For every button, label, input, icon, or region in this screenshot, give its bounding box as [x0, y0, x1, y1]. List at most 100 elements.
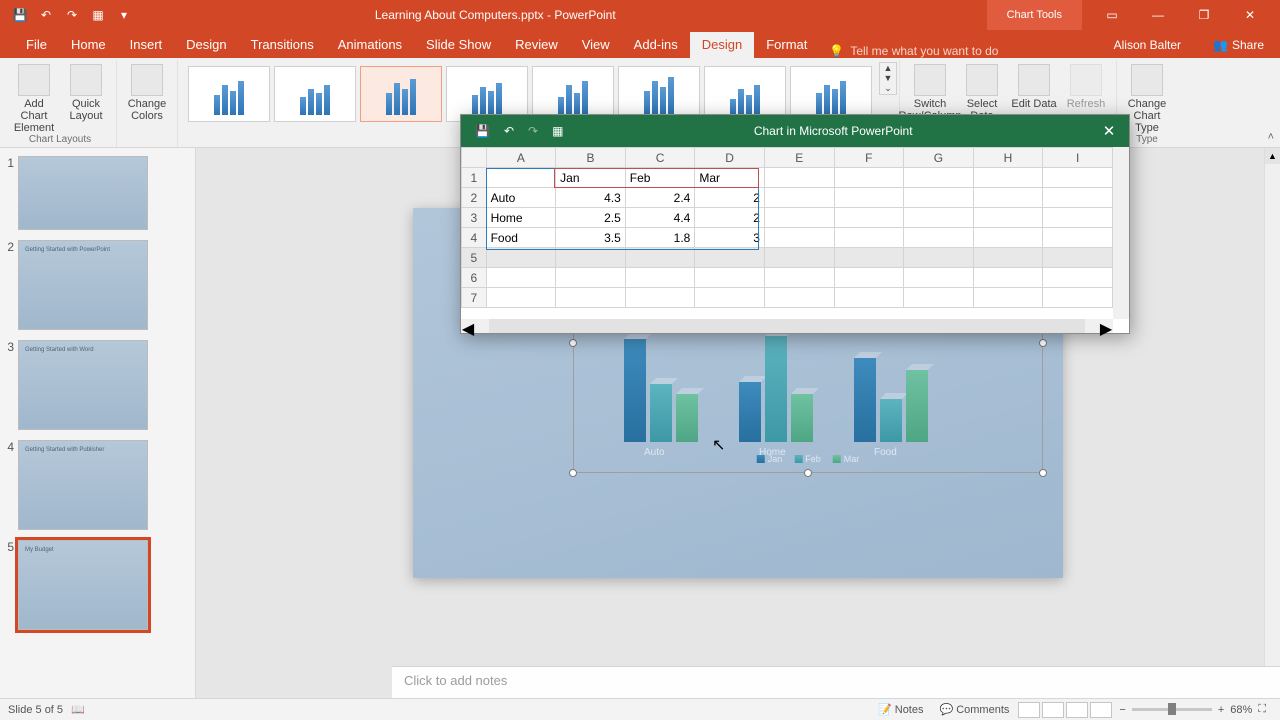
bar-home-jan — [739, 382, 761, 442]
handle-mid-left[interactable] — [569, 339, 577, 347]
slide-thumb-1[interactable] — [18, 156, 148, 230]
slide-thumb-2-title: Getting Started with PowerPoint — [25, 247, 110, 253]
sheet-scroll-right-icon[interactable]: ▶ — [1099, 319, 1113, 333]
notes-placeholder: Click to add notes — [404, 673, 507, 688]
tab-view[interactable]: View — [570, 32, 622, 58]
tab-chart-design[interactable]: Design — [690, 32, 754, 58]
cw-save-icon[interactable]: 💾 — [475, 124, 490, 138]
handle-bottom-mid[interactable] — [804, 469, 812, 477]
handle-bottom-left[interactable] — [569, 469, 577, 477]
slide-indicator[interactable]: Slide 5 of 5 — [8, 704, 63, 716]
cw-redo-icon[interactable]: ↷ — [528, 124, 538, 138]
share-button[interactable]: 👥 Share — [1197, 38, 1280, 58]
restore-button[interactable]: ❐ — [1190, 8, 1218, 22]
tab-insert[interactable]: Insert — [118, 32, 175, 58]
chart-data-close-button[interactable]: ✕ — [1089, 122, 1129, 140]
chart-style-3[interactable] — [360, 66, 442, 122]
window-controls: ▭ — ❐ ✕ — [1082, 8, 1280, 22]
add-chart-element-label: Add Chart Element — [10, 98, 58, 134]
refresh-icon — [1070, 64, 1102, 96]
change-colors-button[interactable]: Change Colors — [123, 62, 171, 122]
bar-food-jan — [854, 358, 876, 442]
minimize-button[interactable]: — — [1144, 8, 1172, 22]
close-button[interactable]: ✕ — [1236, 8, 1264, 22]
zoom-percent[interactable]: 68% — [1230, 704, 1252, 716]
change-chart-type-button[interactable]: Change Chart Type — [1123, 62, 1171, 134]
tab-home[interactable]: Home — [59, 32, 118, 58]
slide-thumb-4[interactable]: Getting Started with Publisher — [18, 440, 148, 530]
tab-transitions[interactable]: Transitions — [239, 32, 326, 58]
cw-options-icon[interactable]: ▦ — [552, 124, 563, 138]
chart-style-2[interactable] — [274, 66, 356, 122]
refresh-label: Refresh — [1067, 98, 1106, 110]
slide-thumb-5[interactable]: My Budget — [18, 540, 148, 630]
chart-data-window[interactable]: 💾 ↶ ↷ ▦ Chart in Microsoft PowerPoint ✕ … — [460, 114, 1130, 334]
zoom-in-icon[interactable]: + — [1218, 704, 1224, 716]
zoom-out-icon[interactable]: − — [1119, 704, 1125, 716]
change-colors-icon — [131, 64, 163, 96]
slide-thumb-3[interactable]: Getting Started with Word — [18, 340, 148, 430]
chart-layouts-group: Add Chart Element Quick Layout Chart Lay… — [4, 60, 117, 147]
add-chart-element-button[interactable]: Add Chart Element — [10, 62, 58, 134]
bar-auto-mar — [676, 394, 698, 442]
quick-layout-button[interactable]: Quick Layout — [62, 62, 110, 134]
ribbon-options-icon[interactable]: ▭ — [1098, 8, 1126, 22]
quick-layout-label: Quick Layout — [62, 98, 110, 122]
notes-pane[interactable]: Click to add notes — [392, 666, 1280, 698]
slideshow-view-button[interactable] — [1090, 702, 1112, 718]
chart-data-sheet[interactable]: ABCDEFGHI1JanFebMar2Auto4.32.423Home2.54… — [461, 147, 1113, 319]
sheet-scroll-left-icon[interactable]: ◀ — [461, 319, 475, 333]
chart-legend: Jan Feb Mar — [757, 454, 860, 464]
zoom-control[interactable]: − + 68% ⛶ — [1113, 703, 1272, 716]
comments-toggle[interactable]: 💬Comments — [932, 703, 1018, 716]
gallery-more-icon[interactable]: ⌄ — [880, 83, 896, 94]
select-data-icon — [966, 64, 998, 96]
editor-vertical-scrollbar[interactable]: ▲ — [1264, 148, 1280, 698]
handle-bottom-right[interactable] — [1039, 469, 1047, 477]
gallery-up-icon[interactable]: ▲ — [880, 63, 896, 73]
fit-to-window-icon[interactable]: ⛶ — [1258, 703, 1266, 716]
legend-jan: Jan — [768, 454, 783, 464]
change-colors-label: Change Colors — [123, 98, 171, 122]
tab-chart-format[interactable]: Format — [754, 32, 819, 58]
gallery-down-icon[interactable]: ▼ — [880, 73, 896, 83]
slide-thumb-2[interactable]: Getting Started with PowerPoint — [18, 240, 148, 330]
comments-toggle-label: Comments — [956, 704, 1009, 716]
spell-check-icon[interactable]: 📖 — [63, 703, 93, 716]
slide-thumb-4-title: Getting Started with Publisher — [25, 447, 104, 453]
slide-thumb-3-title: Getting Started with Word — [25, 347, 94, 353]
tab-slideshow[interactable]: Slide Show — [414, 32, 503, 58]
bar-auto-jan — [624, 339, 646, 442]
collapse-ribbon-icon[interactable]: ˄ — [1268, 131, 1274, 143]
chart-style-1[interactable] — [188, 66, 270, 122]
style-gallery-scroll[interactable]: ▲ ▼ ⌄ — [879, 62, 897, 95]
ribbon-tabs: File Home Insert Design Transitions Anim… — [0, 30, 1280, 58]
tab-animations[interactable]: Animations — [326, 32, 414, 58]
slide-thumbnails-pane[interactable]: 1 2Getting Started with PowerPoint 3Gett… — [0, 148, 196, 698]
normal-view-button[interactable] — [1018, 702, 1040, 718]
reading-view-button[interactable] — [1066, 702, 1088, 718]
tab-design[interactable]: Design — [174, 32, 238, 58]
scroll-up-icon[interactable]: ▲ — [1265, 148, 1280, 164]
slide-sorter-view-button[interactable] — [1042, 702, 1064, 718]
chart-data-titlebar[interactable]: 💾 ↶ ↷ ▦ Chart in Microsoft PowerPoint ✕ — [461, 115, 1129, 147]
handle-mid-right[interactable] — [1039, 339, 1047, 347]
notes-toggle[interactable]: 📝Notes — [870, 703, 931, 716]
tab-review[interactable]: Review — [503, 32, 570, 58]
bar-home-feb — [765, 336, 787, 442]
slide-thumb-5-title: My Budget — [25, 547, 54, 553]
cw-undo-icon[interactable]: ↶ — [504, 124, 514, 138]
axis-label-food: Food — [874, 447, 897, 458]
share-label: Share — [1232, 38, 1264, 52]
bar-food-mar — [906, 370, 928, 442]
signed-in-user[interactable]: Alison Balter — [1098, 38, 1197, 58]
sheet-vertical-scrollbar[interactable] — [1113, 147, 1129, 319]
chart-data-title: Chart in Microsoft PowerPoint — [577, 124, 1089, 138]
edit-data-icon — [1018, 64, 1050, 96]
zoom-slider-thumb[interactable] — [1168, 703, 1176, 715]
sheet-horizontal-scrollbar[interactable]: ◀ ▶ — [461, 319, 1113, 333]
chart-layouts-group-label: Chart Layouts — [29, 134, 91, 147]
tab-addins[interactable]: Add-ins — [622, 32, 690, 58]
tell-me[interactable]: 💡 Tell me what you want to do — [829, 44, 998, 58]
tab-file[interactable]: File — [14, 32, 59, 58]
